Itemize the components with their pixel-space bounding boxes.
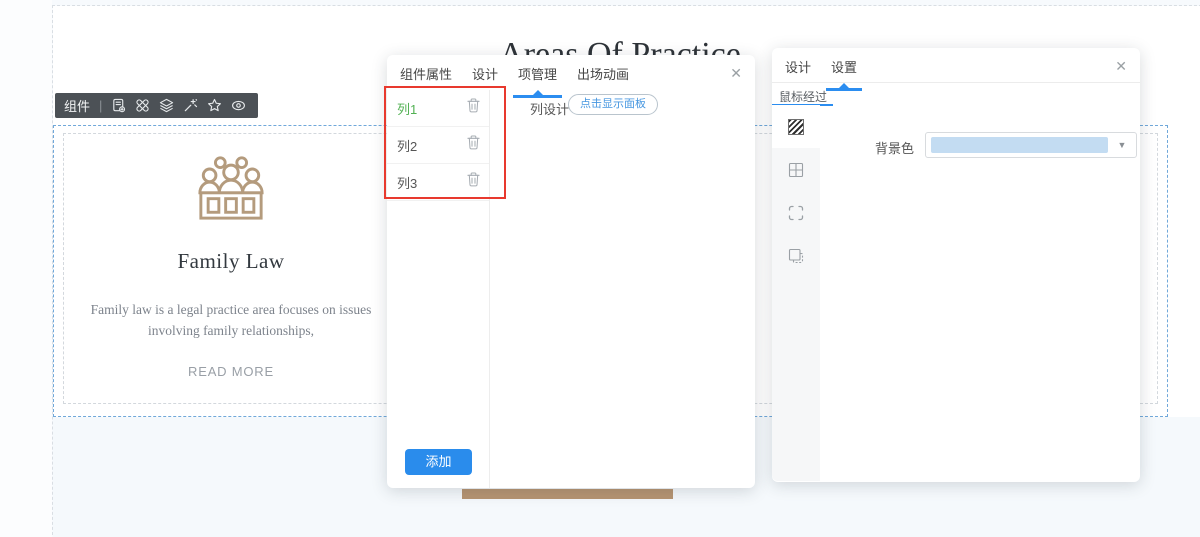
section-divider-bar xyxy=(462,489,673,499)
layered-squares-icon[interactable] xyxy=(772,234,820,277)
add-button[interactable]: 添加 xyxy=(405,449,472,475)
padding-icon[interactable] xyxy=(772,148,820,191)
chevron-down-icon[interactable]: ▼ xyxy=(1108,140,1136,150)
card-description: Family law is a legal practice area focu… xyxy=(90,302,372,338)
magic-wand-icon[interactable] xyxy=(183,98,198,113)
tab-entrance-animation[interactable]: 出场动画 xyxy=(577,64,629,90)
background-color-label: 背景色 xyxy=(875,141,915,156)
cut-icon[interactable] xyxy=(135,98,150,113)
show-panel-button[interactable]: 点击显示面板 xyxy=(568,94,658,115)
component-drag-handle[interactable]: 组件 xyxy=(64,96,90,115)
corner-brackets-icon[interactable] xyxy=(772,191,820,234)
background-color-dropdown[interactable]: ▼ xyxy=(925,132,1137,158)
component-toolbar: 组件 | xyxy=(55,93,258,118)
settings-separator xyxy=(772,82,1140,83)
subtab-mouse-hover[interactable]: 鼠标经过 xyxy=(779,88,827,105)
layers-icon[interactable] xyxy=(159,98,174,113)
tab-sp-design[interactable]: 设计 xyxy=(785,57,811,83)
annotation-highlight-box xyxy=(384,86,506,199)
preview-icon[interactable] xyxy=(231,98,246,113)
editor-canvas: Areas Of Practice 组件 | Family Law Family… xyxy=(0,0,1200,537)
background-fill-icon[interactable] xyxy=(772,105,820,148)
settings-close-icon[interactable]: ✕ xyxy=(1115,59,1127,73)
color-swatch xyxy=(931,137,1108,153)
read-more-link[interactable]: READ MORE xyxy=(188,364,274,379)
dialog-tabbar: 组件属性 设计 项管理 出场动画 xyxy=(387,55,755,98)
dialog-close-icon[interactable]: ✕ xyxy=(730,66,742,80)
column-design-label: 列设计 xyxy=(530,102,570,117)
tab-item-management[interactable]: 项管理 xyxy=(513,64,563,98)
tab-sp-settings[interactable]: 设置 xyxy=(826,57,863,91)
card-title: Family Law xyxy=(177,249,285,273)
canvas-left-margin xyxy=(0,0,52,537)
favorite-icon[interactable] xyxy=(207,98,222,113)
duplicate-icon[interactable] xyxy=(111,98,126,113)
settings-tabbar: 设计 设置 xyxy=(772,48,1140,91)
family-group-icon xyxy=(194,152,268,227)
toolbar-separator: | xyxy=(99,98,103,113)
settings-panel: 设计 设置 ✕ 鼠标经过 背景色 ▼ xyxy=(772,48,1140,482)
hatch-swatch xyxy=(788,118,804,135)
family-law-card: Family Law Family law is a legal practic… xyxy=(62,133,400,404)
